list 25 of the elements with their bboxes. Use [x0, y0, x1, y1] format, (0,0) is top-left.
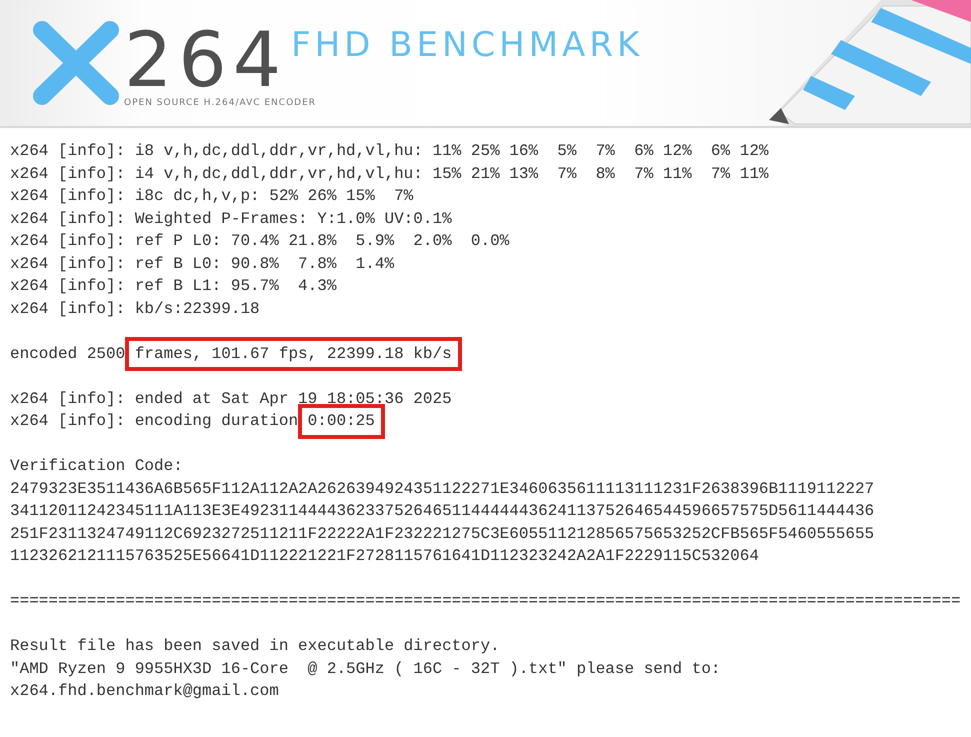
console-line: x264 [info]: ref B L0: 90.8% 7.8% 1.4%: [10, 254, 394, 274]
console-line: Verification Code:: [10, 456, 183, 477]
console-line: ===================================================================================================: [10, 591, 961, 612]
console-line: x264 [info]: ref P L0: 70.4% 21.8% 5.9% 2.0% 0.0%: [10, 231, 510, 252]
console-line: 2479323E3511436A6B565F112A112A2A2626394924351122271E3460635611113111231F2638396B1119112227: [10, 478, 874, 500]
logo-subtitle: OPEN SOURCE H.264/AVC ENCODER: [124, 98, 316, 108]
console-line: x264 [info]: i4 v,h,dc,ddl,ddr,vr,hd,vl,hu: 15% 21% 13% 7% 8% 7% 11% 7% 11%: [10, 164, 769, 184]
console-line: x264 [info]: kb/s:22399.18: [10, 298, 260, 320]
console-text: x264 [info]: encoding duration: [10, 412, 300, 430]
console-line: x264 [info]: i8c dc,h,v,p: 52% 26% 15% 7%: [10, 186, 414, 207]
console-line: "AMD Ryzen 9 9955HX3D 16-Core @ 2.5GHz ( 16C - 32T ).txt" please send to:: [10, 658, 721, 680]
console-text: encoded 2500: [10, 344, 126, 362]
highlighted-text: 0:00:25: [298, 404, 385, 438]
console-line: x264 [info]: ref B L1: 95.7% 4.3%: [10, 276, 336, 297]
console-line: 34112011242345111A113E3E4923114444362337526465114444443624113752646544596657575D5611444436: [10, 501, 874, 522]
console-line: x264.fhd.benchmark@gmail.com: [10, 681, 279, 702]
console-line: x264 [info]: Weighted P-Frames: Y:1.0% UV:0.1%: [10, 208, 452, 230]
highlighted-text: frames, 101.67 fps, 22399.18 kb/s: [124, 336, 462, 371]
console-line: 1123262121115763525E56641D112221221F2728115761641D112323242A2A1F2229115C532064: [10, 546, 759, 567]
console-line: Result file has been saved in executable directory.: [10, 636, 500, 657]
x-logo-icon: [30, 20, 122, 106]
logo-title: FHD BENCHMARK: [291, 28, 644, 62]
console-line: 251F2311324749112C6923272511211F22222A1F232221275C3E605511212856575653252CFB565F5460555655: [10, 524, 874, 544]
logo-number: 264: [124, 22, 288, 98]
console-line: x264 [info]: i8 v,h,dc,ddl,ddr,vr,hd,vl,hu: 11% 25% 16% 5% 7% 6% 12% 6% 12%: [10, 141, 769, 162]
